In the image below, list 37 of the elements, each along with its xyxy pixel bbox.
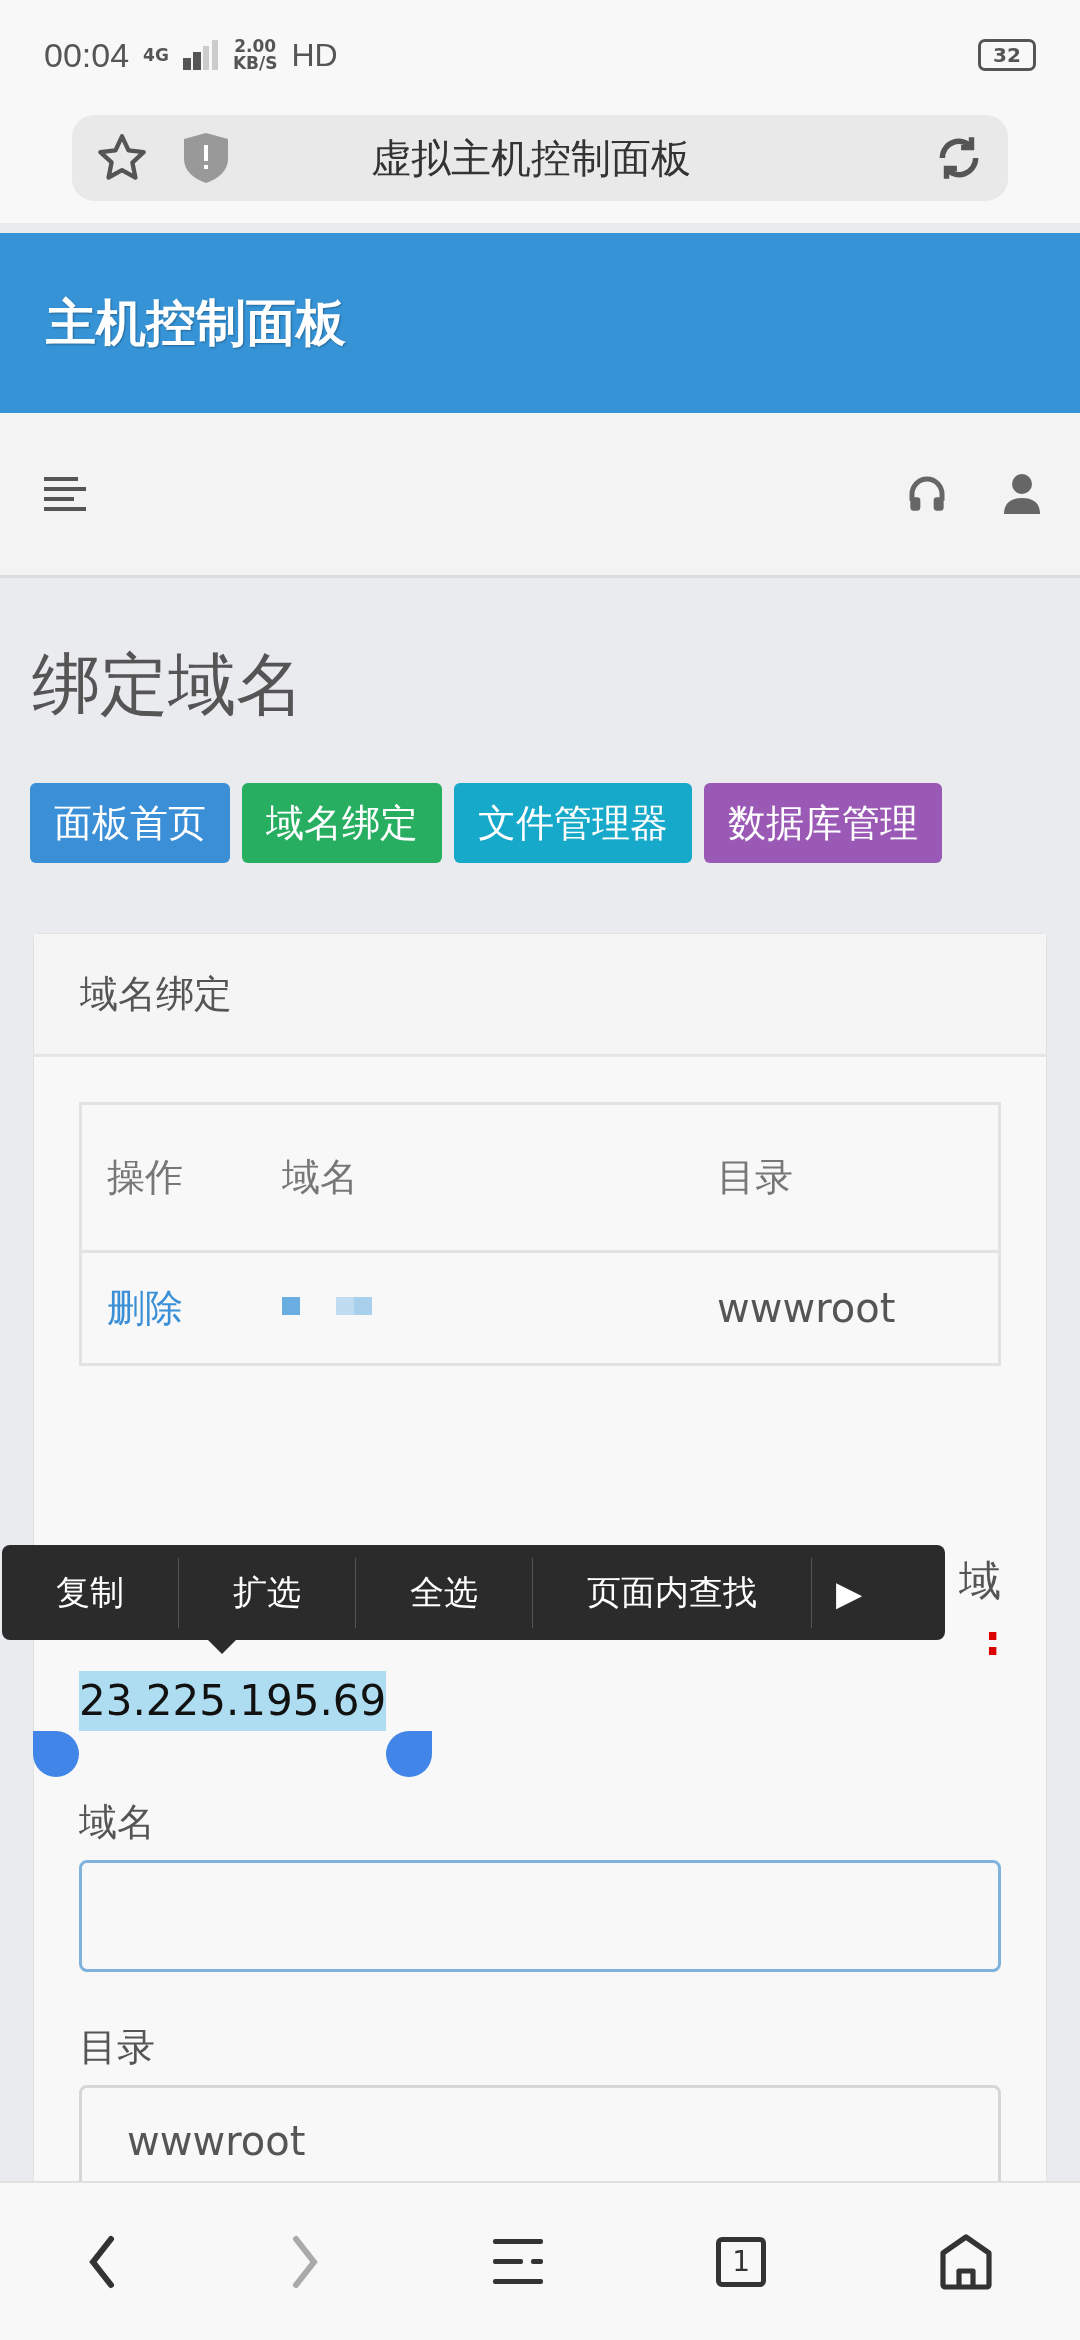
- menu-item[interactable]: 全选: [356, 1557, 533, 1628]
- page-heading: 绑定域名: [32, 644, 305, 726]
- field-label: 域名: [79, 1799, 156, 1846]
- status-time: 00:04: [44, 35, 130, 75]
- field-label: 目录: [79, 2024, 156, 2071]
- column-header: 域名: [282, 1154, 359, 1201]
- page-title: 虚拟主机控制面板: [370, 133, 692, 183]
- user-icon[interactable]: [1004, 474, 1040, 514]
- menu-item[interactable]: 页面内查找: [533, 1557, 812, 1628]
- input-field[interactable]: wwwroot: [79, 2085, 1001, 2181]
- input-field[interactable]: [79, 1860, 1001, 1972]
- column-header: 目录: [717, 1154, 794, 1201]
- nav-button[interactable]: 数据库管理: [704, 783, 942, 863]
- menu-icon[interactable]: [492, 2238, 543, 2285]
- selected-text: 23.225.195.69: [79, 1671, 387, 1731]
- shield-icon[interactable]: [184, 133, 228, 183]
- menu-icon[interactable]: [44, 477, 86, 511]
- menu-item[interactable]: ▶: [812, 1557, 887, 1628]
- signal-icon: [182, 40, 219, 70]
- table-cell-text: wwwroot: [717, 1285, 897, 1331]
- selection-handle[interactable]: [33, 1731, 79, 1777]
- notice-warning-text: :: [984, 1615, 1001, 1667]
- tabs-button[interactable]: 1: [716, 2236, 767, 2287]
- home-icon[interactable]: [939, 2232, 994, 2291]
- hd-indicator: HD: [291, 36, 338, 74]
- selection-handle[interactable]: [386, 1731, 433, 1777]
- speed-value: 2.00: [234, 38, 277, 55]
- site-title: 主机控制面板: [46, 292, 346, 354]
- battery-icon: 32: [978, 39, 1036, 71]
- speed-unit: KB/S: [232, 55, 278, 72]
- card-header: 域名绑定: [34, 934, 1046, 1057]
- network-type: 4G: [143, 46, 169, 64]
- menu-item[interactable]: 复制: [2, 1557, 179, 1628]
- notice-text: 域: [959, 1555, 1001, 1607]
- column-header: 操作: [107, 1154, 184, 1201]
- menu-item[interactable]: 扩选: [179, 1557, 356, 1628]
- address-bar[interactable]: 虚拟主机控制面板: [72, 115, 1008, 201]
